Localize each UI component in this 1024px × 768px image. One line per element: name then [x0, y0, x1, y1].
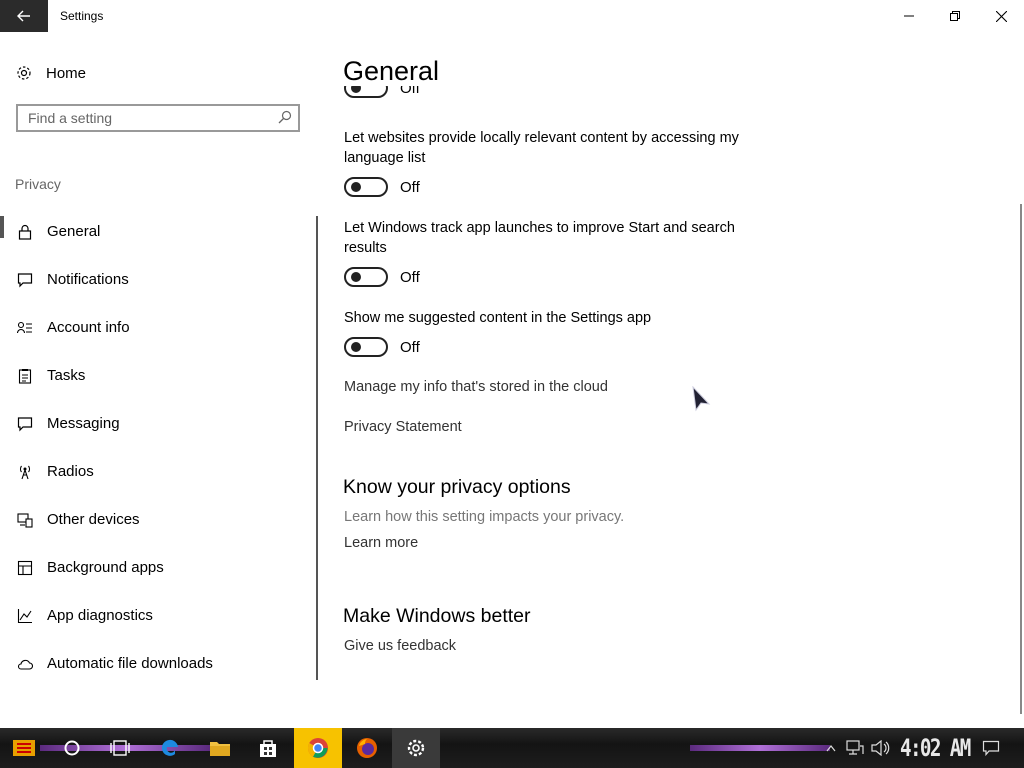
cloud-icon [16, 655, 34, 673]
taskbar: 4:02 AM [0, 728, 1024, 768]
app-launch-toggle[interactable] [344, 267, 388, 287]
task-view-button[interactable] [96, 728, 144, 768]
file-explorer-icon [210, 742, 230, 756]
sidebar-item-messaging[interactable]: Messaging [0, 400, 316, 448]
edge-icon [161, 739, 178, 756]
sidebar-item-tasks[interactable]: Tasks [0, 352, 316, 400]
background-apps-icon [16, 559, 34, 577]
learn-more-link[interactable]: Learn more [344, 535, 418, 551]
close-icon [995, 10, 1007, 22]
section-label: Privacy [15, 176, 61, 192]
sidebar-item-label: Radios [47, 463, 94, 480]
edge-button[interactable] [146, 728, 194, 768]
sidebar-item-general[interactable]: General [0, 208, 316, 256]
cortana-button[interactable] [48, 728, 96, 768]
window-title: Settings [60, 9, 104, 23]
sidebar-item-label: Account info [47, 319, 130, 336]
taskbar-clock[interactable]: 4:02 AM [900, 734, 971, 762]
setting-language-list-text: Let websites provide locally relevant co… [344, 130, 739, 166]
manage-cloud-info-link[interactable]: Manage my info that's stored in the clou… [344, 379, 608, 395]
sidebar-item-app-diagnostics[interactable]: App diagnostics [0, 592, 316, 640]
search-input[interactable] [18, 106, 268, 130]
notification-icon [16, 271, 34, 289]
language-list-toggle[interactable] [344, 177, 388, 197]
setting-suggested-content-row: Off [344, 337, 420, 357]
toggle-state: Off [400, 86, 420, 97]
taskbar-decoration [690, 745, 830, 751]
sidebar-item-notifications[interactable]: Notifications [0, 256, 316, 304]
privacy-options-title: Know your privacy options [343, 476, 571, 498]
toggle-state: Off [400, 268, 420, 286]
toggle-state: Off [400, 338, 420, 356]
privacy-statement-link[interactable]: Privacy Statement [344, 419, 462, 435]
store-icon [260, 740, 276, 757]
cortana-icon [64, 740, 80, 756]
store-button[interactable] [244, 728, 292, 768]
gear-icon [17, 66, 31, 80]
chrome-icon [307, 738, 328, 758]
setting-suggested-content-text: Show me suggested content in the Setting… [344, 310, 652, 326]
page-title: General [343, 56, 440, 86]
radio-tower-icon [16, 463, 34, 481]
start-icon [13, 740, 35, 756]
firefox-button[interactable] [343, 728, 391, 768]
sidebar-item-other-devices[interactable]: Other devices [0, 496, 316, 544]
task-view-icon [110, 740, 130, 756]
close-button[interactable] [978, 0, 1024, 32]
account-info-icon [16, 319, 34, 337]
partial-toggle-switch[interactable] [344, 86, 388, 98]
partial-toggle-row: Off [330, 86, 830, 116]
diagnostics-icon [16, 607, 34, 625]
home-link[interactable]: Home [16, 62, 86, 84]
sidebar-item-label: Notifications [47, 271, 129, 288]
make-windows-better-title: Make Windows better [343, 605, 531, 627]
sidebar-item-label: General [47, 223, 101, 240]
sidebar-item-automatic-file-downloads[interactable]: Automatic file downloads [0, 640, 316, 688]
messaging-icon [16, 415, 34, 433]
restore-button[interactable] [932, 0, 978, 32]
chevron-up-icon[interactable] [826, 744, 836, 752]
sidebar-nav: General Notifications Account info Tasks… [0, 208, 316, 688]
chrome-button[interactable] [294, 728, 342, 768]
setting-app-launch-row: Off [344, 267, 420, 287]
action-center-icon[interactable] [982, 740, 1000, 756]
title-bar: Settings [0, 0, 1024, 32]
sidebar-item-label: Background apps [47, 559, 164, 576]
sidebar-divider [316, 216, 318, 680]
minimize-icon [904, 15, 914, 17]
sidebar-item-label: Messaging [47, 415, 120, 432]
toggle-state: Off [400, 178, 420, 196]
sidebar-item-account-info[interactable]: Account info [0, 304, 316, 352]
tasks-icon [16, 367, 34, 385]
scrollbar[interactable] [1020, 204, 1022, 714]
back-arrow-icon [17, 10, 30, 22]
search-box[interactable] [16, 104, 300, 132]
sidebar-item-label: App diagnostics [47, 607, 153, 624]
settings-icon [407, 739, 425, 757]
back-button[interactable] [0, 0, 48, 32]
home-label: Home [46, 64, 87, 82]
lock-icon [16, 223, 34, 241]
settings-taskbar-button[interactable] [392, 728, 440, 768]
search-icon[interactable] [278, 110, 292, 124]
suggested-content-toggle[interactable] [344, 337, 388, 357]
volume-icon[interactable] [870, 740, 890, 756]
give-feedback-link[interactable]: Give us feedback [344, 638, 456, 654]
setting-app-launch-text: Let Windows track app launches to improv… [344, 220, 735, 256]
sidebar-item-label: Tasks [47, 367, 86, 384]
sidebar-item-background-apps[interactable]: Background apps [0, 544, 316, 592]
sidebar-item-label: Automatic file downloads [47, 655, 213, 672]
start-button[interactable] [0, 728, 48, 768]
file-explorer-button[interactable] [196, 728, 244, 768]
firefox-icon [357, 738, 377, 758]
privacy-options-description: Learn how this setting impacts your priv… [344, 509, 625, 525]
sidebar-item-label: Other devices [47, 511, 140, 528]
setting-language-list-row: Off [344, 177, 420, 197]
sidebar-item-radios[interactable]: Radios [0, 448, 316, 496]
network-icon[interactable] [846, 740, 864, 756]
restore-icon [950, 11, 960, 21]
devices-icon [16, 511, 34, 529]
mouse-cursor-icon [692, 386, 711, 412]
minimize-button[interactable] [886, 0, 932, 32]
